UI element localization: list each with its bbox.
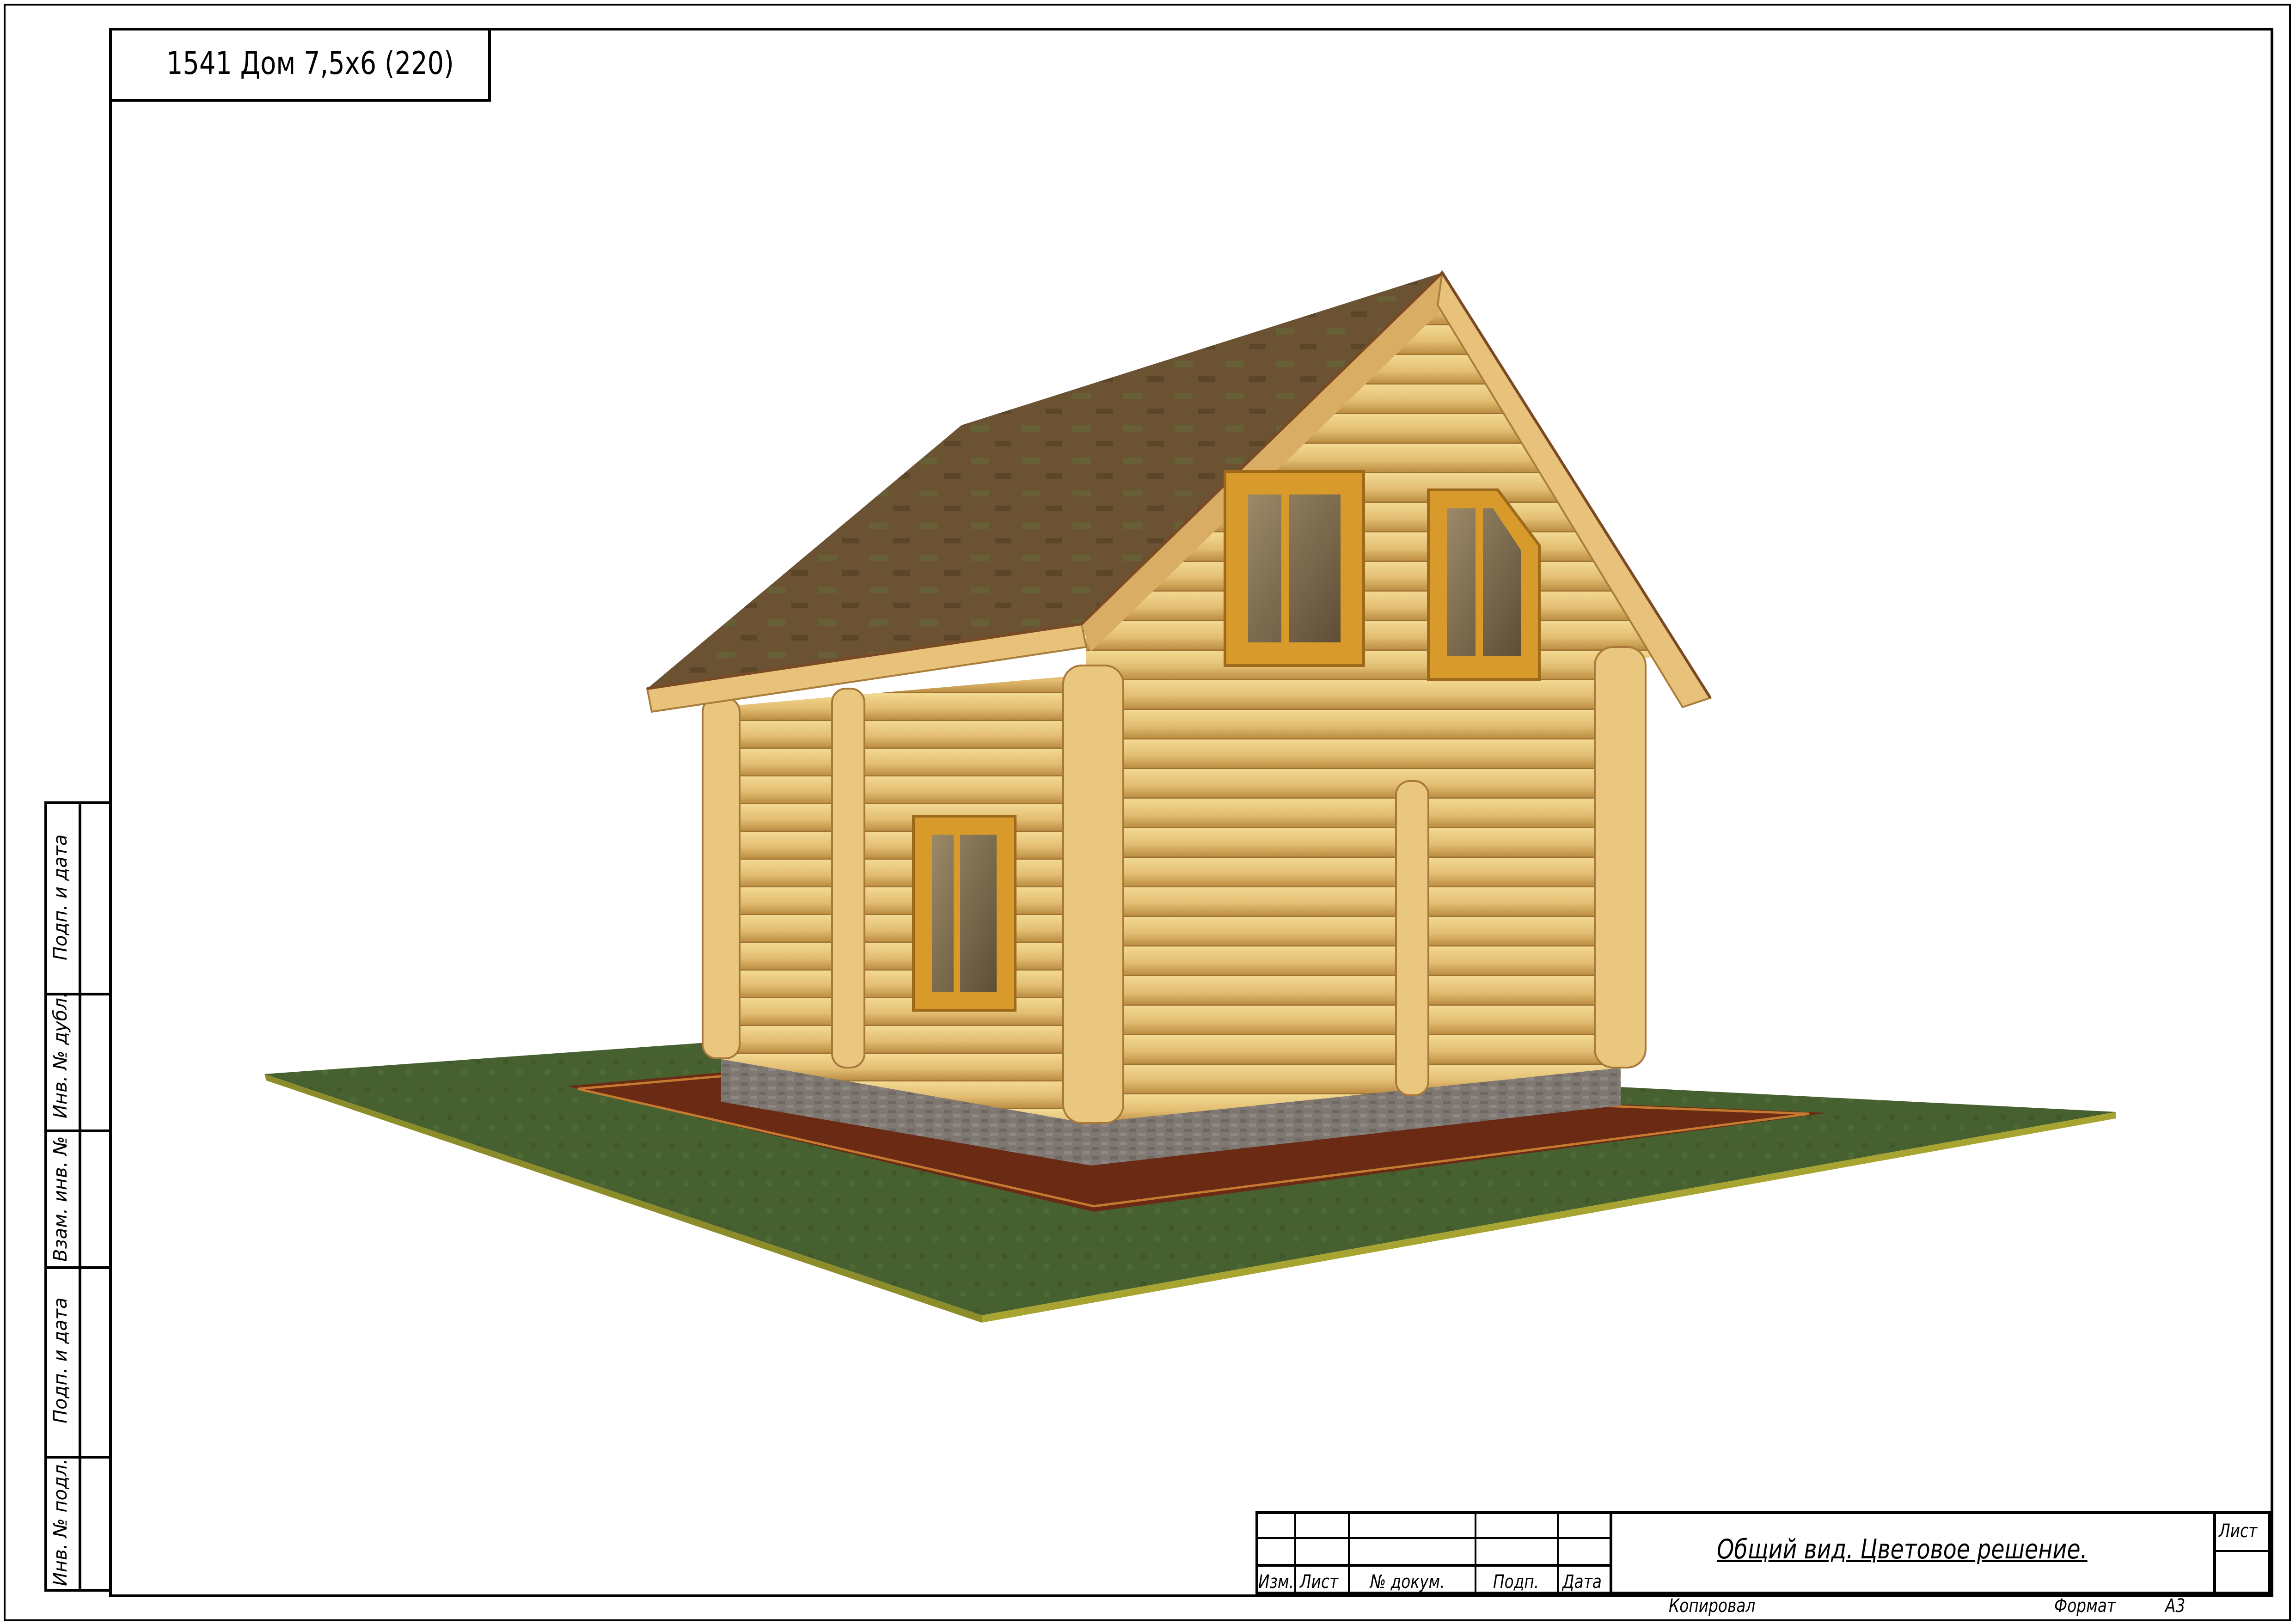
side-window <box>912 815 1016 1012</box>
gable-window-left <box>1224 470 1365 667</box>
drawing-sheet: 1541 Дом 7,5х6 (220) Подп. и дата Инв. №… <box>0 0 2296 1624</box>
house-render <box>264 270 2116 1323</box>
